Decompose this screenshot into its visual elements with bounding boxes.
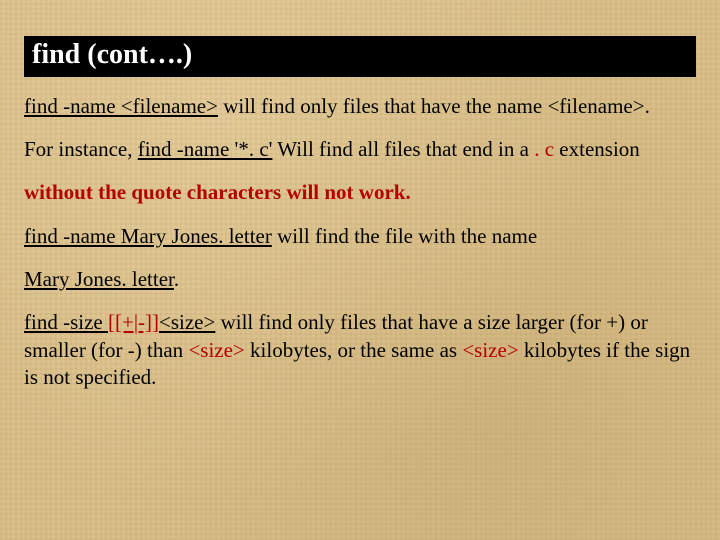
para-4: find -name Mary Jones. letter will find … bbox=[24, 223, 696, 250]
cmd-find-name-starc: find -name '*. c' bbox=[138, 137, 273, 161]
cmd-find-name: find -name <filename> bbox=[24, 94, 218, 118]
text: For instance, bbox=[24, 137, 138, 161]
size-arg1: <size> bbox=[159, 310, 215, 334]
text: will find the file with the name bbox=[272, 224, 537, 248]
text: will find only files that have the name bbox=[218, 94, 548, 118]
text: extension bbox=[554, 137, 640, 161]
para-2: For instance, find -name '*. c' Will fin… bbox=[24, 136, 696, 163]
size-arg2: <size> bbox=[188, 338, 244, 362]
para-1: find -name <filename> will find only fil… bbox=[24, 93, 696, 120]
text: . bbox=[645, 94, 650, 118]
cmd-find-size: find -size bbox=[24, 310, 108, 334]
para-5: Mary Jones. letter. bbox=[24, 266, 696, 293]
ext-c: . c bbox=[534, 137, 554, 161]
filename-placeholder: <filename> bbox=[547, 94, 644, 118]
filename-mary: Mary Jones. letter bbox=[24, 267, 174, 291]
para-3-warning: without the quote characters will not wo… bbox=[24, 179, 696, 206]
text: Will find all files that end in a bbox=[272, 137, 534, 161]
cmd-find-mary: find -name Mary Jones. letter bbox=[24, 224, 272, 248]
slide-body: find -name <filename> will find only fil… bbox=[24, 93, 696, 391]
text: . bbox=[174, 267, 179, 291]
size-arg3: <size> bbox=[462, 338, 518, 362]
para-6: find -size [[+|-]]<size> will find only … bbox=[24, 309, 696, 391]
text: kilobytes, or the same as bbox=[245, 338, 463, 362]
size-flag: [[+|-]] bbox=[108, 310, 159, 334]
slide-title: find (cont….) bbox=[24, 36, 696, 77]
